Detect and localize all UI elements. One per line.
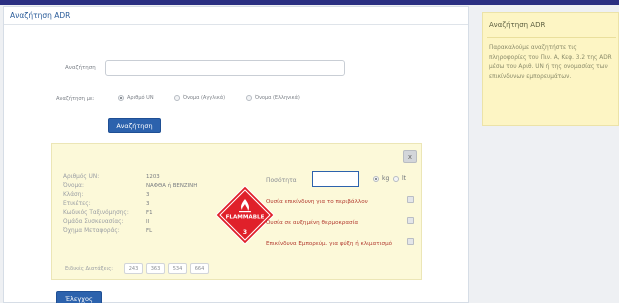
- checkbox-environmental[interactable]: [407, 196, 414, 203]
- class-value: 3: [146, 192, 150, 198]
- checkbox-elevated-temperature[interactable]: [407, 217, 414, 224]
- name-value: ΝΑΦΘΑ ή ΒΕΝΖΙΝΗ: [146, 183, 198, 189]
- flammable-placard: FLAMMABLE 3: [215, 185, 275, 245]
- top-bar: [0, 0, 619, 5]
- radio-option-name-english[interactable]: Όνομα (Αγγλικά): [174, 95, 225, 101]
- info-panel: Αναζήτηση ADR Παρακαλούμε αναζητήστε τις…: [482, 12, 619, 126]
- labels-key: Ετικέτες:: [63, 201, 91, 207]
- result-panel: x Αριθμός UN: 1203 Όνομα: ΝΑΦΘΑ ή ΒΕΝΖΙΝ…: [51, 143, 422, 280]
- un-number-key: Αριθμός UN:: [63, 174, 100, 180]
- info-title: Αναζήτηση ADR: [489, 21, 546, 29]
- special-provision-chip: 664: [190, 263, 209, 274]
- radio-button[interactable]: [174, 95, 180, 101]
- vehicle-value: FL: [146, 228, 153, 234]
- radio-button[interactable]: [118, 95, 124, 101]
- unit-label: lt: [402, 175, 407, 182]
- search-label: Αναζήτηση: [65, 65, 96, 71]
- placard-text: FLAMMABLE: [226, 215, 265, 221]
- flag-environmental: Ουσία επικίνδυνη για το περιβάλλον: [266, 199, 368, 205]
- info-text: Παρακαλούμε αναζητήστε τις πληροφορίες τ…: [489, 45, 612, 80]
- radio-button[interactable]: [246, 95, 252, 101]
- classification-code-value: F1: [146, 210, 153, 216]
- packing-group-value: II: [146, 219, 150, 225]
- radio-button[interactable]: [393, 175, 399, 182]
- labels-value: 3: [146, 201, 150, 207]
- unit-option-kg[interactable]: kg: [373, 175, 389, 182]
- quantity-input[interactable]: [312, 171, 359, 187]
- unit-option-lt[interactable]: lt: [393, 175, 406, 182]
- un-number-value: 1203: [146, 174, 160, 180]
- search-input[interactable]: [105, 60, 345, 76]
- unit-label: kg: [382, 175, 390, 182]
- radio-button[interactable]: [373, 175, 379, 182]
- check-button[interactable]: Έλεγχος: [56, 291, 102, 303]
- radio-option-un-number[interactable]: Αριθμό UN: [118, 95, 154, 101]
- checkbox-refrigeration[interactable]: [407, 238, 414, 245]
- special-provisions-label: Ειδικές Διατάξεις:: [65, 266, 114, 272]
- panel-header: Αναζήτηση ADR: [4, 7, 468, 25]
- close-button[interactable]: x: [403, 150, 417, 163]
- special-provision-chip: 243: [124, 263, 143, 274]
- placard-class-number: 3: [243, 229, 247, 236]
- packing-group-key: Ομάδα Συσκευασίας:: [63, 219, 124, 225]
- radio-label: Αριθμό UN: [127, 95, 154, 101]
- vehicle-key: Όχημα Μεταφοράς:: [63, 228, 120, 234]
- page-title: Αναζήτηση ADR: [10, 11, 71, 20]
- search-by-label: Αναζήτηση με:: [56, 96, 95, 102]
- special-provision-chip: 363: [146, 263, 165, 274]
- radio-label: Όνομα (Αγγλικά): [183, 95, 226, 101]
- radio-option-name-greek[interactable]: Όνομα (Ελληνικά): [246, 95, 300, 101]
- flag-refrigeration: Επικίνδυνα Εμπορεύμ. για φύξη ή κλιματισ…: [266, 241, 393, 247]
- search-button[interactable]: Αναζήτηση: [108, 118, 161, 133]
- classification-code-key: Κωδικός Ταξινόμησης:: [63, 210, 129, 216]
- flammable-placard-icon: FLAMMABLE 3: [215, 185, 275, 245]
- info-divider: [487, 37, 616, 38]
- radio-label: Όνομα (Ελληνικά): [255, 95, 300, 101]
- flag-elevated-temperature: Ουσία σε αυξημένη θερμοκρασία: [266, 220, 359, 226]
- quantity-label: Ποσότητα: [266, 177, 297, 184]
- main-panel: Αναζήτηση ADR Αναζήτηση Αναζήτηση με: Αρ…: [3, 6, 469, 303]
- special-provision-chip: 534: [168, 263, 187, 274]
- name-key: Όνομα:: [63, 183, 84, 189]
- class-key: Κλάση:: [63, 192, 84, 198]
